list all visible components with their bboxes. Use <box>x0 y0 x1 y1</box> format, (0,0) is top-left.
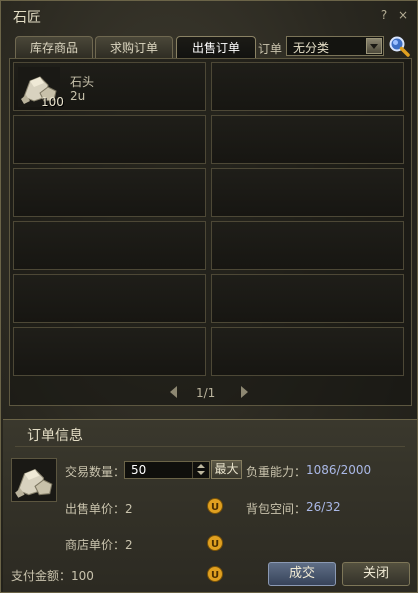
selected-item-slot <box>11 458 57 502</box>
tab-buy-orders[interactable]: 求购订单 <box>95 36 173 58</box>
increment-icon[interactable] <box>197 464 205 468</box>
load-label: 负重能力： <box>246 465 307 479</box>
empty-slot[interactable] <box>13 274 206 323</box>
max-button[interactable]: 最大 <box>211 460 242 479</box>
empty-slot[interactable] <box>211 115 404 164</box>
tab-sell-orders[interactable]: 出售订单 <box>176 36 256 58</box>
stepper-buttons[interactable] <box>192 462 209 478</box>
merchant-window: 石匠 ? × 库存商品 求购订单 出售订单 订单 无分类 100 石头 2u 1… <box>0 0 418 593</box>
item-price: 2u <box>70 89 86 103</box>
search-icon[interactable] <box>388 35 410 57</box>
tab-inventory[interactable]: 库存商品 <box>15 36 93 58</box>
divider <box>15 446 405 447</box>
decrement-icon[interactable] <box>197 471 205 475</box>
empty-slot[interactable] <box>13 221 206 270</box>
empty-slot[interactable] <box>13 327 206 376</box>
empty-slot[interactable] <box>13 115 206 164</box>
list-item[interactable]: 100 石头 2u <box>13 62 206 111</box>
help-button[interactable]: ? <box>377 7 391 23</box>
coin-icon: U <box>207 498 223 514</box>
empty-slot[interactable] <box>13 168 206 217</box>
empty-slot[interactable] <box>211 221 404 270</box>
svg-text:U: U <box>211 570 219 581</box>
bag-space-label: 背包空间： <box>246 502 307 516</box>
close-icon[interactable]: × <box>396 7 410 23</box>
order-grid: 100 石头 2u 1/1 <box>9 58 412 406</box>
item-name: 石头 <box>70 75 95 89</box>
order-info-title: 订单信息 <box>27 428 83 444</box>
close-button[interactable]: 关闭 <box>342 562 410 586</box>
load-value: 1086/2000 <box>306 463 372 477</box>
payment-label: 支付金额：100 <box>11 569 94 583</box>
coin-icon: U <box>207 566 223 582</box>
empty-slot[interactable] <box>211 168 404 217</box>
sell-price-label: 出售单价：2 <box>65 502 133 516</box>
filter-label: 订单 <box>258 42 283 56</box>
pager: 1/1 <box>10 383 413 401</box>
quantity-input[interactable]: 50 <box>131 463 146 477</box>
next-page-icon[interactable] <box>238 385 250 399</box>
category-select[interactable]: 无分类 <box>286 36 384 56</box>
svg-text:U: U <box>211 539 219 550</box>
item-quantity: 100 <box>41 95 64 109</box>
category-select-value: 无分类 <box>293 41 330 55</box>
stone-icon <box>15 468 53 498</box>
empty-slot[interactable] <box>211 274 404 323</box>
deal-button[interactable]: 成交 <box>268 562 336 586</box>
bag-space-value: 26/32 <box>306 500 341 514</box>
svg-text:U: U <box>211 502 219 513</box>
prev-page-icon[interactable] <box>168 385 180 399</box>
shop-price-label: 商店单价：2 <box>65 538 133 552</box>
page-indicator: 1/1 <box>196 386 216 400</box>
quantity-label: 交易数量： <box>65 465 126 479</box>
chevron-down-icon[interactable] <box>366 38 382 54</box>
window-title: 石匠 <box>13 10 41 26</box>
title-bar[interactable]: 石匠 ? × <box>1 1 418 31</box>
coin-icon: U <box>207 535 223 551</box>
empty-slot[interactable] <box>211 327 404 376</box>
quantity-stepper[interactable]: 50 <box>124 461 210 479</box>
empty-slot[interactable] <box>211 62 404 111</box>
